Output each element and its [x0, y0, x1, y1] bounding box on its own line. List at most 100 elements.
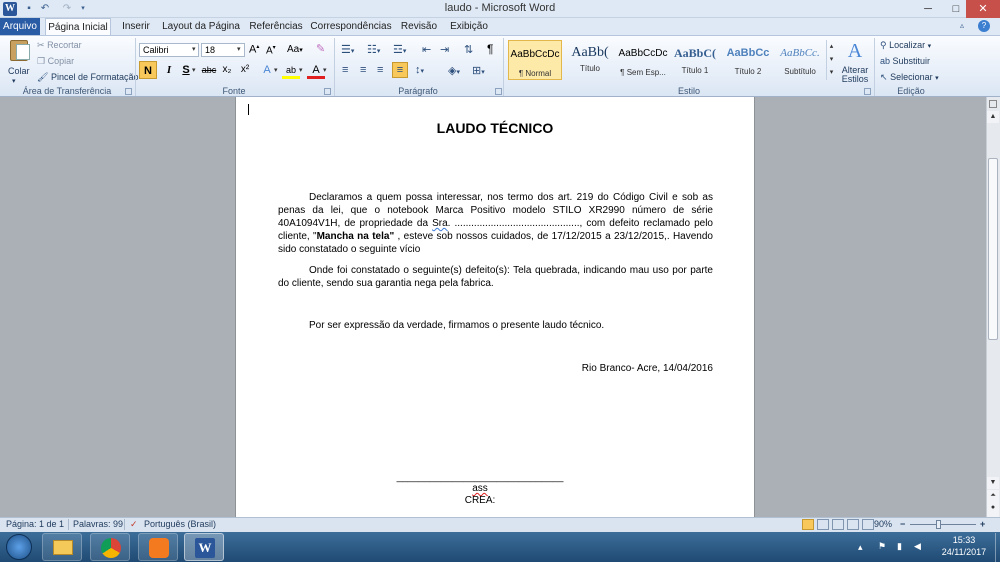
tab-arquivo[interactable]: Arquivo	[0, 18, 40, 35]
place-date[interactable]: Rio Branco- Acre, 14/04/2016	[278, 362, 713, 375]
clipboard-launcher-icon[interactable]	[125, 88, 132, 95]
zoom-in-icon[interactable]: +	[980, 519, 985, 529]
strikethrough-button[interactable]: abc	[200, 61, 218, 79]
taskbar-chrome[interactable]	[90, 533, 130, 561]
sort-icon[interactable]: ⇅	[464, 43, 473, 56]
taskbar-explorer[interactable]	[42, 533, 82, 561]
start-button[interactable]	[6, 534, 32, 560]
bullets-icon[interactable]: ☰▾	[341, 43, 354, 56]
help-icon[interactable]: ?	[978, 20, 990, 32]
word-count[interactable]: Palavras: 99	[73, 519, 123, 529]
draft-icon[interactable]	[862, 519, 874, 530]
language-indicator[interactable]: Português (Brasil)	[144, 519, 216, 529]
style-titulo-2[interactable]: AaBbCc Título 2	[721, 40, 775, 80]
paragraph-declaration[interactable]: Declaramos a quem possa interessar, nos …	[278, 191, 713, 256]
font-name-dropdown-icon[interactable]: ▾	[192, 45, 196, 53]
ruler-toggle-icon[interactable]	[989, 100, 997, 108]
styles-launcher-icon[interactable]	[864, 88, 871, 95]
copy-button[interactable]: ❐ Copiar	[37, 56, 74, 67]
scroll-down-icon[interactable]: ▼	[987, 477, 999, 489]
format-painter-button[interactable]: 🖌 Pincel de Formatação	[37, 72, 139, 83]
taskbar-pdf[interactable]	[138, 533, 178, 561]
clock-date[interactable]: 24/11/2017	[934, 547, 994, 557]
align-center-icon[interactable]: ≡	[360, 64, 366, 76]
close-button[interactable]: ✕	[966, 0, 1000, 18]
highlight-dropdown-icon[interactable]: ▾	[299, 66, 303, 74]
proofing-icon[interactable]: ✓	[130, 519, 138, 530]
shading-icon[interactable]: ◈▾	[448, 64, 460, 77]
tab-revisao[interactable]: Revisão	[396, 18, 442, 35]
tab-pagina-inicial[interactable]: Página Inicial	[45, 18, 111, 35]
change-styles-icon[interactable]: A	[843, 40, 867, 63]
paste-dropdown-icon[interactable]: ▾	[12, 77, 16, 85]
tab-referencias[interactable]: Referências	[246, 18, 306, 35]
paragraph-statement[interactable]: Por ser expressão da verdade, firmamos o…	[278, 319, 713, 332]
increase-indent-icon[interactable]: ⇥	[440, 43, 449, 56]
web-layout-icon[interactable]	[832, 519, 844, 530]
zoom-level[interactable]: 90%	[874, 519, 892, 529]
numbering-icon[interactable]: ☷▾	[367, 43, 380, 56]
zoom-slider-track[interactable]	[910, 524, 976, 525]
paragraph-launcher-icon[interactable]	[495, 88, 502, 95]
show-marks-button[interactable]: ¶	[487, 42, 493, 56]
replace-button[interactable]: ab Substituir	[880, 56, 930, 66]
italic-button[interactable]: I	[160, 61, 178, 79]
outline-icon[interactable]	[847, 519, 859, 530]
network-icon[interactable]: ▮	[897, 541, 902, 552]
full-screen-icon[interactable]	[817, 519, 829, 530]
font-name-select[interactable]: Calibri	[139, 43, 199, 57]
paste-icon[interactable]	[6, 38, 32, 62]
find-button[interactable]: ⚲ Localizar ▾	[880, 40, 931, 51]
volume-icon[interactable]: ◀	[914, 541, 921, 552]
clear-format-icon[interactable]: ✎	[316, 42, 325, 55]
line-spacing-icon[interactable]: ↕▾	[415, 64, 424, 76]
style-sem-espaco[interactable]: AaBbCcDc ¶ Sem Esp...	[616, 40, 670, 80]
previous-page-icon[interactable]: ⏶	[987, 490, 999, 502]
tray-expand-icon[interactable]: ▴	[858, 542, 863, 553]
font-size-dropdown-icon[interactable]: ▾	[237, 45, 241, 53]
ribbon-minimize-icon[interactable]: ▵	[960, 21, 970, 31]
tray-flag-icon[interactable]: ⚑	[878, 541, 886, 552]
tab-inserir[interactable]: Inserir	[116, 18, 156, 35]
page-count[interactable]: Página: 1 de 1	[6, 519, 64, 529]
paragraph-defect[interactable]: Onde foi constatado o seguinte(s) defeit…	[278, 264, 713, 290]
align-right-icon[interactable]: ≡	[377, 64, 383, 76]
font-launcher-icon[interactable]	[324, 88, 331, 95]
highlight-button[interactable]: ab	[282, 61, 300, 79]
borders-icon[interactable]: ⊞▾	[472, 64, 485, 77]
font-color-dropdown-icon[interactable]: ▾	[323, 66, 327, 74]
clock-time[interactable]: 15:33	[934, 535, 994, 545]
superscript-button[interactable]: x²	[236, 61, 254, 79]
cut-button[interactable]: ✂ Recortar	[37, 40, 82, 51]
style-subtitulo[interactable]: AaBbCc. Subtítulo	[773, 40, 827, 80]
tab-exibicao[interactable]: Exibição	[446, 18, 492, 35]
scroll-thumb[interactable]	[988, 158, 998, 340]
document-title[interactable]: LAUDO TÉCNICO	[235, 120, 755, 136]
document-page[interactable]	[235, 97, 755, 517]
grow-font-button[interactable]: A▴	[249, 43, 259, 56]
style-titulo[interactable]: AaBb( Título	[563, 40, 617, 80]
zoom-slider-thumb[interactable]	[936, 520, 941, 529]
taskbar-word[interactable]: W	[184, 533, 224, 561]
change-styles-button[interactable]: Alterar Estilos	[838, 66, 872, 84]
subscript-button[interactable]: x₂	[218, 61, 236, 79]
bold-button[interactable]: N	[139, 61, 157, 79]
styles-scroll-icon[interactable]: ▴ ▾ ▾	[826, 40, 836, 80]
tab-correspondencias[interactable]: Correspondências	[310, 18, 392, 35]
print-layout-icon[interactable]	[802, 519, 814, 530]
multilevel-list-icon[interactable]: ☲▾	[393, 43, 406, 56]
paste-button[interactable]: Colar	[8, 66, 30, 76]
minimize-button[interactable]: ─	[914, 0, 942, 18]
zoom-out-icon[interactable]: −	[900, 519, 905, 529]
scroll-up-icon[interactable]: ▲	[987, 111, 999, 123]
style-titulo-1[interactable]: AaBbC( Título 1	[668, 40, 722, 80]
align-left-icon[interactable]: ≡	[342, 64, 348, 76]
show-desktop-button[interactable]	[995, 533, 1000, 562]
style-normal[interactable]: AaBbCcDc ¶ Normal	[508, 40, 562, 80]
signature-crea[interactable]: CREA:	[380, 494, 580, 507]
effects-dropdown-icon[interactable]: ▾	[274, 66, 278, 74]
justify-icon[interactable]: ≡	[392, 62, 408, 78]
tab-layout[interactable]: Layout da Página	[160, 18, 242, 35]
browse-object-icon[interactable]: ●	[987, 502, 999, 514]
decrease-indent-icon[interactable]: ⇤	[422, 43, 431, 56]
